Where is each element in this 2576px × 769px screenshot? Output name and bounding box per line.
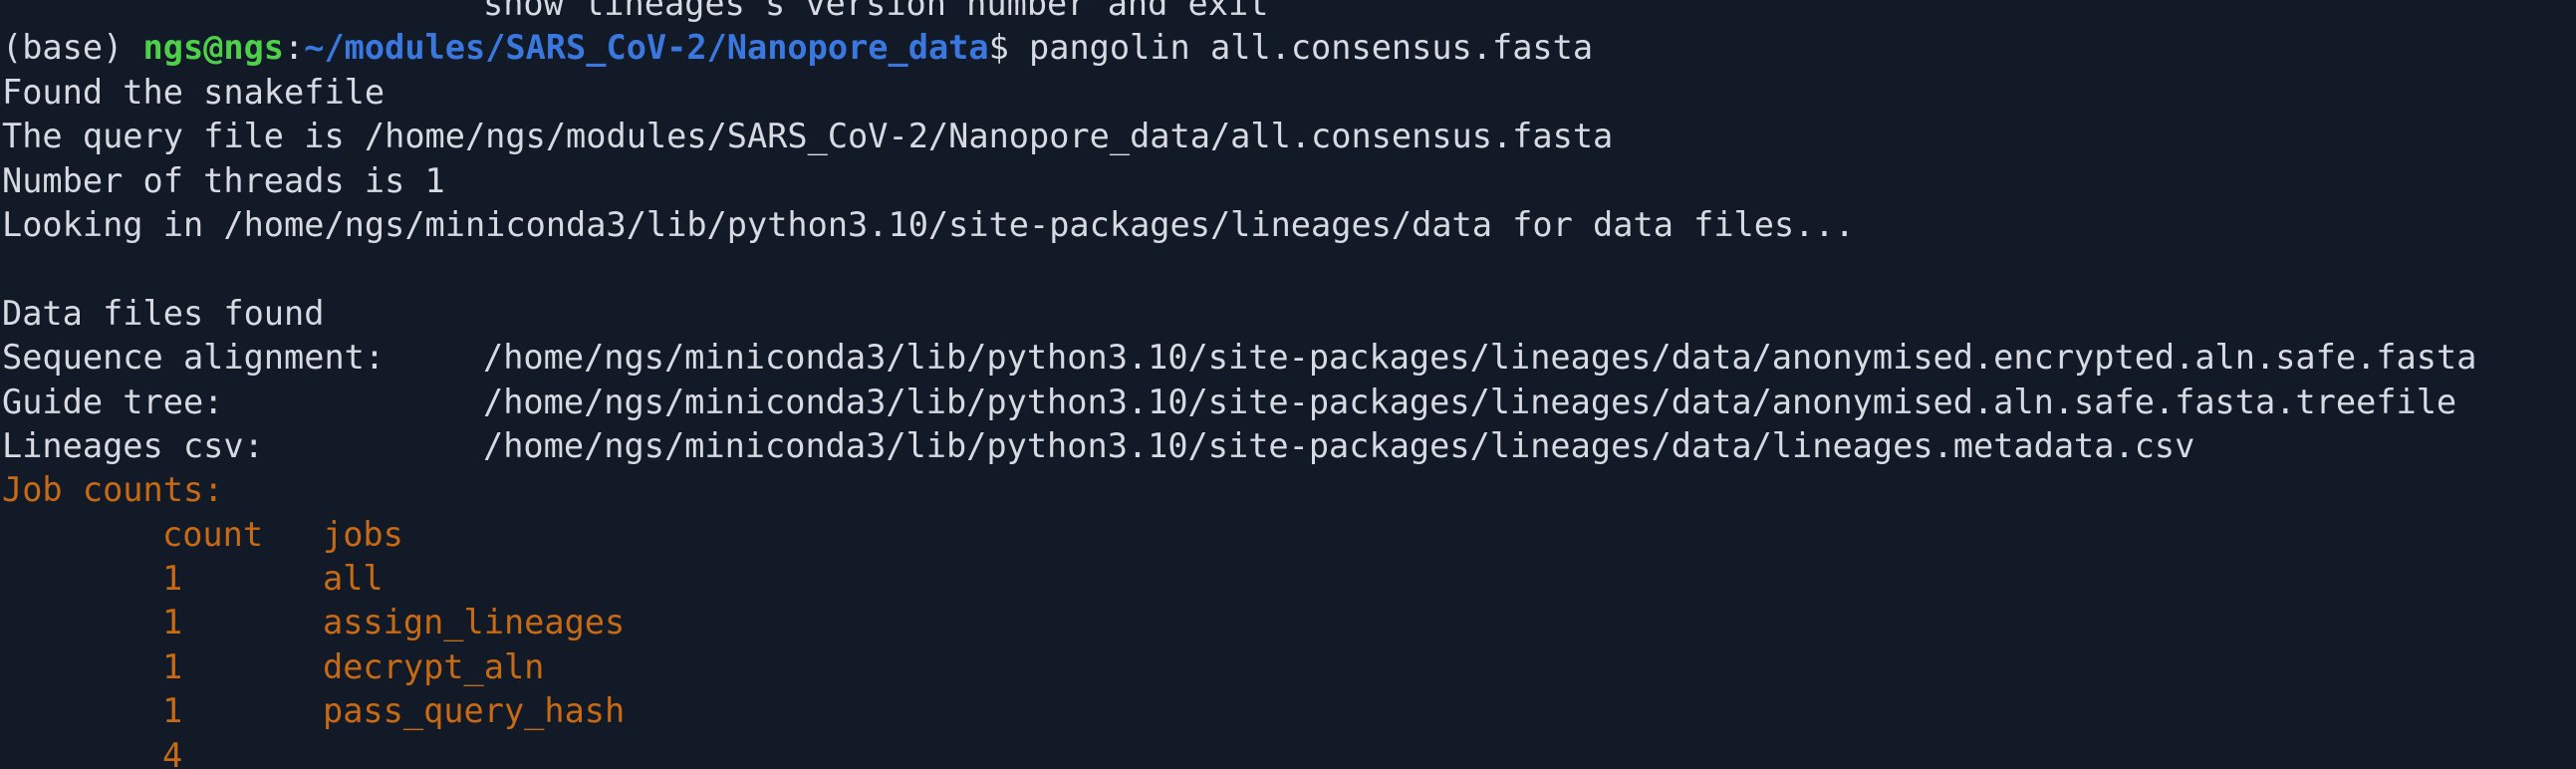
- prompt-symbol: $: [988, 28, 1030, 68]
- output-line: Found the snakefile: [2, 71, 2476, 115]
- job-count-value: 1: [162, 646, 183, 686]
- job-name: decrypt_aln: [323, 646, 545, 686]
- job-count-value: 1: [162, 691, 183, 731]
- output-text: Number of threads is 1: [2, 160, 445, 200]
- job-count-row: 1 assign_lineages: [2, 601, 2476, 644]
- job-count-row: 1 all: [2, 557, 2476, 601]
- job-counts-header: count jobs: [2, 513, 2476, 557]
- prompt-colon: :: [284, 28, 305, 68]
- conda-env-label: (base): [2, 28, 143, 68]
- job-count-total-row: 4: [2, 734, 2476, 769]
- output-text: Data files found: [2, 293, 325, 333]
- command-text: pangolin all.consensus.fasta: [1029, 28, 1594, 68]
- job-count-value: 1: [162, 603, 183, 642]
- data-file-label: Sequence alignment:: [2, 338, 386, 378]
- job-count-total: 4: [162, 735, 183, 769]
- clipped-help-line: show lineages's version number and exit: [2, 0, 2476, 26]
- job-name: all: [323, 559, 384, 599]
- output-text: The query file is /home/ngs/modules/SARS…: [2, 117, 1614, 156]
- data-file-path: /home/ngs/miniconda3/lib/python3.10/site…: [483, 382, 2457, 421]
- jobs-column-header: jobs: [323, 514, 403, 554]
- job-counts-title-text: Job counts:: [2, 470, 224, 510]
- output-line: Number of threads is 1: [2, 159, 2476, 203]
- data-file-path: /home/ngs/miniconda3/lib/python3.10/site…: [483, 338, 2477, 378]
- job-count-row: 1 decrypt_aln: [2, 645, 2476, 689]
- help-text: show lineages's version number and exit: [483, 0, 1269, 23]
- data-file-row: Guide tree: /home/ngs/miniconda3/lib/pyt…: [2, 381, 2476, 424]
- data-file-label: Lineages csv:: [2, 425, 264, 465]
- job-count-row: 1 pass_query_hash: [2, 689, 2476, 733]
- terminal-output: show lineages's version number and exit …: [2, 0, 2476, 769]
- job-counts-title: Job counts:: [2, 468, 2476, 512]
- job-name: pass_query_hash: [323, 691, 626, 731]
- output-line: The query file is /home/ngs/modules/SARS…: [2, 115, 2476, 158]
- data-file-row: Sequence alignment: /home/ngs/miniconda3…: [2, 336, 2476, 380]
- data-file-row: Lineages csv: /home/ngs/miniconda3/lib/p…: [2, 424, 2476, 468]
- output-line: Data files found: [2, 292, 2476, 336]
- output-line-blank: [2, 247, 2476, 291]
- output-line: Looking in /home/ngs/miniconda3/lib/pyth…: [2, 203, 2476, 247]
- prompt-cwd: ~/modules/SARS_CoV-2/Nanopore_data: [304, 28, 989, 68]
- count-column-header: count: [162, 514, 264, 554]
- data-file-path: /home/ngs/miniconda3/lib/python3.10/site…: [483, 425, 2195, 465]
- output-text: Found the snakefile: [2, 72, 386, 112]
- job-count-value: 1: [162, 559, 183, 599]
- data-file-label: Guide tree:: [2, 382, 224, 421]
- terminal-window[interactable]: show lineages's version number and exit …: [0, 0, 2576, 769]
- command-prompt-line: (base) ngs@ngs: ~/modules/SARS_CoV-2/Nano…: [2, 26, 2476, 70]
- job-name: assign_lineages: [323, 603, 626, 642]
- prompt-user-host: ngs@ngs: [142, 28, 285, 68]
- output-text: Looking in /home/ngs/miniconda3/lib/pyth…: [2, 204, 1855, 244]
